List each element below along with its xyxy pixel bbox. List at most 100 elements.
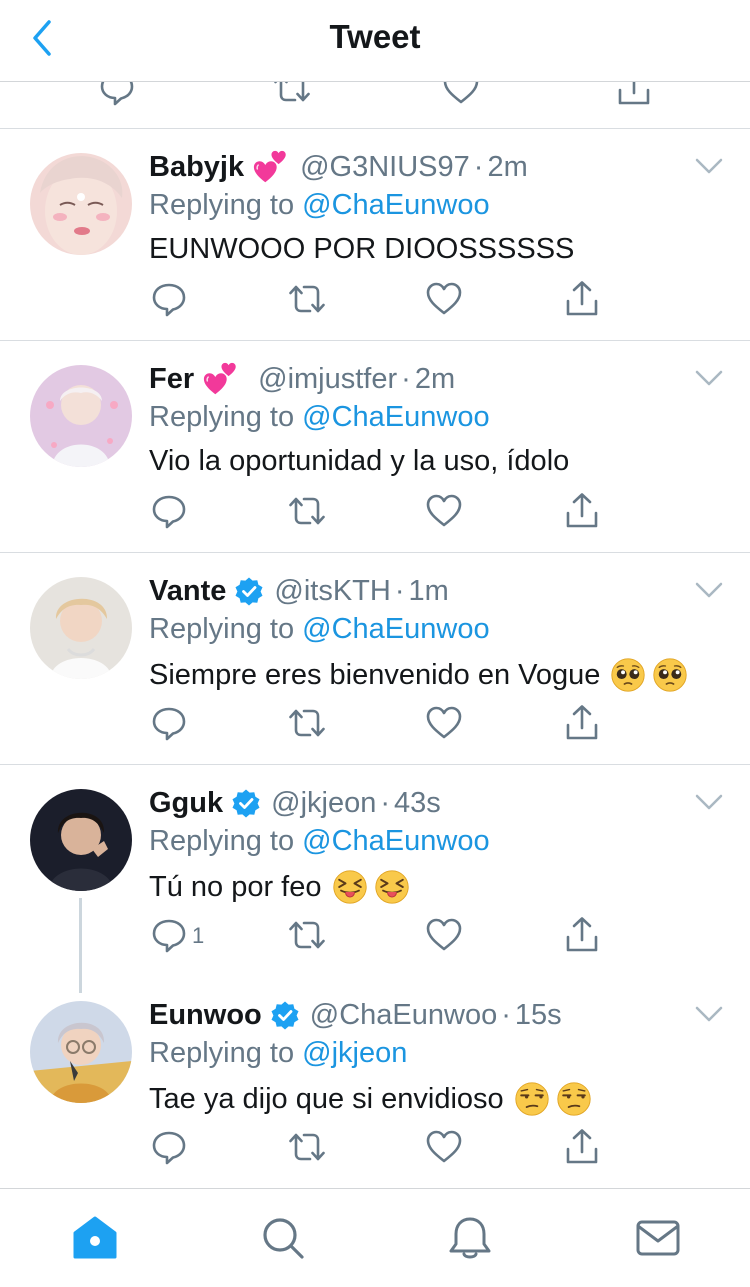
like-icon[interactable] [424, 491, 464, 531]
retweet-icon[interactable] [287, 491, 327, 531]
tab-messages[interactable] [633, 1213, 683, 1263]
timestamp[interactable]: 2m [415, 363, 455, 396]
chevron-down-icon[interactable] [694, 793, 724, 811]
timestamp[interactable]: 1m [409, 575, 449, 608]
tweet-text: Tú no por feo [149, 869, 410, 905]
chevron-down-icon[interactable] [694, 581, 724, 599]
top-nav-bar: Tweet [0, 0, 750, 82]
replying-to-label: Replying to [149, 401, 295, 433]
display-name[interactable]: Vante [149, 575, 226, 608]
share-icon[interactable] [562, 279, 602, 319]
tweet-header: Gguk @jkjeon · 43s [149, 783, 441, 823]
display-name[interactable]: Fer [149, 363, 194, 396]
reply-count: 1 [192, 923, 205, 948]
like-icon[interactable] [441, 82, 481, 108]
tweet[interactable]: Babyjk @G3NIUS97 · 2m Replying to @ChaEu… [0, 129, 750, 341]
retweet-icon[interactable] [287, 915, 327, 955]
squinting-tongue-emoji [374, 869, 410, 905]
retweet-icon[interactable] [287, 703, 327, 743]
avatar[interactable] [30, 1001, 132, 1103]
user-handle[interactable]: @itsKTH [274, 575, 390, 608]
chevron-down-icon[interactable] [694, 1005, 724, 1023]
mention-link[interactable]: @ChaEunwoo [302, 613, 489, 645]
tweet-body: Tae ya dijo que si envidioso [149, 1082, 504, 1115]
avatar[interactable] [30, 789, 132, 891]
tweet-header: Vante @itsKTH · 1m [149, 571, 449, 611]
tweet-body: EUNWOOO POR DIOOSSSSSS [149, 233, 575, 265]
pleading-face-emoji [652, 657, 688, 693]
retweet-icon[interactable] [272, 82, 312, 108]
notifications-icon [449, 1217, 491, 1259]
pleading-face-emoji [610, 657, 646, 693]
mention-link[interactable]: @ChaEunwoo [302, 401, 489, 433]
tweet-body: Tú no por feo [149, 870, 322, 903]
reply-icon[interactable] [149, 279, 189, 319]
reply-icon[interactable] [149, 915, 189, 955]
display-name[interactable]: Gguk [149, 787, 223, 820]
share-icon[interactable] [562, 491, 602, 531]
tweet-actions: 1 [0, 915, 750, 959]
user-handle[interactable]: @jkjeon [271, 787, 376, 820]
separator-dot: · [394, 574, 405, 607]
share-icon[interactable] [562, 1127, 602, 1167]
tweet-actions [0, 491, 750, 535]
avatar[interactable] [30, 365, 132, 467]
replying-to: Replying to @ChaEunwoo [149, 401, 490, 434]
tab-search[interactable] [258, 1213, 308, 1263]
share-icon[interactable] [562, 915, 602, 955]
user-handle[interactable]: @ChaEunwoo [310, 999, 497, 1032]
share-icon[interactable] [562, 703, 602, 743]
two-hearts-emoji [252, 148, 290, 186]
replying-to-label: Replying to [149, 189, 295, 221]
tweet-body: Vio la oportunidad y la uso, ídolo [149, 445, 570, 477]
search-icon [263, 1218, 304, 1259]
replying-to-label: Replying to [149, 613, 295, 645]
tweet-header: Eunwoo @ChaEunwoo · 15s [149, 995, 562, 1035]
timestamp[interactable]: 15s [515, 999, 562, 1032]
avatar[interactable] [30, 153, 132, 255]
reply-icon[interactable] [149, 703, 189, 743]
tweet[interactable]: Vante @itsKTH · 1m Replying to @ChaEunwo… [0, 553, 750, 765]
tweet[interactable]: Eunwoo @ChaEunwoo · 15s Replying to @jkj… [0, 977, 750, 1189]
mention-link[interactable]: @ChaEunwoo [302, 189, 489, 221]
share-icon[interactable] [614, 82, 654, 108]
chevron-down-icon[interactable] [694, 369, 724, 387]
timestamp[interactable]: 43s [394, 787, 441, 820]
display-name[interactable]: Eunwoo [149, 999, 262, 1032]
replying-to-label: Replying to [149, 1037, 295, 1069]
tweet-actions [0, 703, 750, 747]
like-icon[interactable] [424, 1127, 464, 1167]
tweet[interactable]: Fer @imjustfer · 2m Replying to @ChaEunw… [0, 341, 750, 553]
avatar[interactable] [30, 577, 132, 679]
reply-icon[interactable] [149, 1127, 189, 1167]
messages-icon [636, 1220, 680, 1256]
reply-icon[interactable] [97, 82, 137, 108]
squinting-tongue-emoji [332, 869, 368, 905]
user-handle[interactable]: @imjustfer [258, 363, 397, 396]
tab-notifications[interactable] [445, 1213, 495, 1263]
retweet-icon[interactable] [287, 1127, 327, 1167]
timestamp[interactable]: 2m [487, 151, 527, 184]
home-icon [73, 1216, 117, 1259]
tweet-text: EUNWOOO POR DIOOSSSSSS [149, 233, 574, 266]
reply-icon[interactable] [149, 491, 189, 531]
separator-dot: · [473, 150, 484, 183]
separator-dot: · [380, 786, 391, 819]
tweet-text: Vio la oportunidad y la uso, ídolo [149, 445, 569, 478]
mention-link[interactable]: @jkjeon [302, 1037, 407, 1069]
user-handle[interactable]: @G3NIUS97 [300, 151, 470, 184]
display-name[interactable]: Babyjk [149, 151, 244, 184]
like-icon[interactable] [424, 915, 464, 955]
verified-badge-icon [270, 1000, 300, 1030]
retweet-icon[interactable] [287, 279, 327, 319]
replying-to-label: Replying to [149, 825, 295, 857]
mention-link[interactable]: @ChaEunwoo [302, 825, 489, 857]
tweet[interactable]: Gguk @jkjeon · 43s Replying to @ChaEunwo… [0, 765, 750, 977]
like-icon[interactable] [424, 279, 464, 319]
tweet-actions [0, 279, 750, 323]
unamused-face-emoji [514, 1081, 550, 1117]
chevron-down-icon[interactable] [694, 157, 724, 175]
like-icon[interactable] [424, 703, 464, 743]
replying-to: Replying to @jkjeon [149, 1037, 407, 1070]
tab-home[interactable] [70, 1213, 120, 1263]
